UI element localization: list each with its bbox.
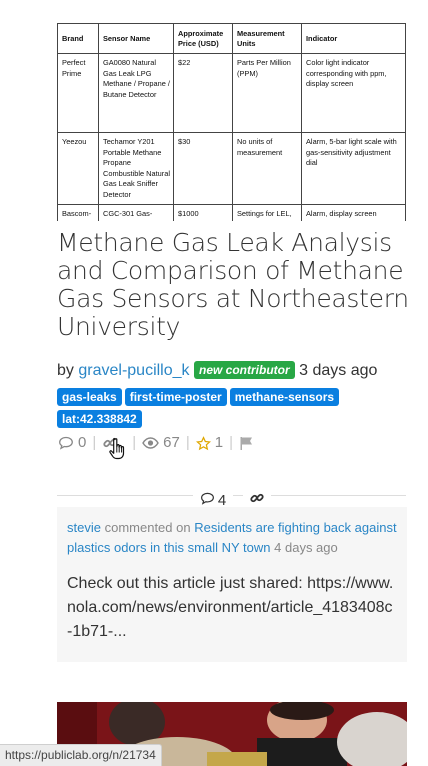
comment-icon[interactable] bbox=[58, 434, 74, 451]
comment-icon bbox=[200, 492, 215, 509]
table-cell: CGC-301 Gas-Sentry Natural Gas & CO bbox=[98, 204, 174, 221]
table-cell: GA0080 Natural Gas Leak LPG Methane / Pr… bbox=[98, 53, 174, 133]
table-cell: $30 bbox=[173, 132, 233, 205]
by-label: by bbox=[57, 362, 74, 379]
eye-icon bbox=[142, 434, 159, 451]
table-header-cell: Indicator bbox=[301, 23, 406, 54]
table-row: Yeezou Techamor Y201 Portable Methane Pr… bbox=[57, 132, 406, 205]
table-cell: Techamor Y201 Portable Methane Propane C… bbox=[98, 132, 174, 205]
table-cell: $22 bbox=[173, 53, 233, 133]
table-cell: Alarm, display screen bbox=[301, 204, 406, 221]
table-cell: Settings for LEL, Percent Gas, and PPM bbox=[232, 204, 302, 221]
tag-list: gas-leaks first-time-poster methane-sensor… bbox=[57, 388, 357, 432]
view-count: 67 bbox=[163, 434, 180, 452]
table-cell: Alarm, 5-bar light scale with gas-sensit… bbox=[301, 132, 406, 205]
comments-count: 4 bbox=[217, 491, 227, 509]
table-row: Perfect Prime GA0080 Natural Gas Leak LP… bbox=[57, 53, 406, 133]
comment-body: Check out this article just shared: http… bbox=[67, 575, 394, 640]
tag-lat[interactable]: lat:42.338842 bbox=[57, 410, 142, 428]
hand-pointer-cursor-icon bbox=[104, 434, 134, 464]
post-title[interactable]: Methane Gas Leak Analysis and Comparison… bbox=[57, 229, 417, 341]
tag-gas-leaks[interactable]: gas-leaks bbox=[57, 388, 122, 406]
post-stats: 0 | | 67 | 1 | bbox=[58, 434, 254, 451]
table-cell: $1000 bbox=[173, 204, 233, 221]
post-byline: by gravel-pucillo_k new contributor 3 da… bbox=[57, 361, 378, 380]
author-link[interactable]: gravel-pucillo_k bbox=[78, 362, 189, 379]
tag-first-time-poster[interactable]: first-time-poster bbox=[124, 388, 227, 406]
comment-action: commented on bbox=[104, 520, 191, 535]
separator: | bbox=[229, 434, 233, 452]
table-header-cell: Sensor Name bbox=[98, 23, 174, 54]
comment-time: 4 days ago bbox=[274, 540, 338, 555]
table-header-cell: Measurement Units bbox=[232, 23, 302, 54]
comment-meta: stevie commented on Residents are fighti… bbox=[67, 518, 402, 558]
tag-methane-sensors[interactable]: methane-sensors bbox=[229, 388, 340, 406]
new-contributor-badge: new contributor bbox=[193, 361, 295, 379]
separator: | bbox=[92, 434, 97, 452]
table-cell: Perfect Prime bbox=[57, 53, 99, 133]
separator: | bbox=[185, 434, 190, 452]
star-count: 1 bbox=[214, 434, 224, 452]
thumbnail-table-image[interactable]: Brand Sensor Name Approximate Price (USD… bbox=[57, 23, 406, 221]
comment-count: 0 bbox=[78, 434, 87, 452]
table-cell: Bascom-Turner bbox=[57, 204, 99, 221]
star-icon[interactable] bbox=[195, 434, 211, 451]
post-time: 3 days ago bbox=[299, 362, 378, 379]
status-bar-url: https://publiclab.org/n/21734 bbox=[0, 744, 162, 766]
table-header-row: Brand Sensor Name Approximate Price (USD… bbox=[57, 23, 406, 54]
table-header-cell: Approximate Price (USD) bbox=[173, 23, 233, 54]
table-cell: Color light indicator corresponding with… bbox=[301, 53, 406, 133]
comment-author-link[interactable]: stevie bbox=[67, 520, 101, 535]
table-cell: Yeezou bbox=[57, 132, 99, 205]
table-cell: Parts Per Million (PPM) bbox=[232, 53, 302, 133]
table-header-cell: Brand bbox=[57, 23, 99, 54]
flag-icon[interactable] bbox=[239, 434, 254, 451]
table-row: Bascom-Turner CGC-301 Gas-Sentry Natural… bbox=[57, 204, 406, 221]
latest-comment-card: stevie commented on Residents are fighti… bbox=[57, 507, 407, 662]
table-cell: No units of measurement bbox=[232, 132, 302, 205]
